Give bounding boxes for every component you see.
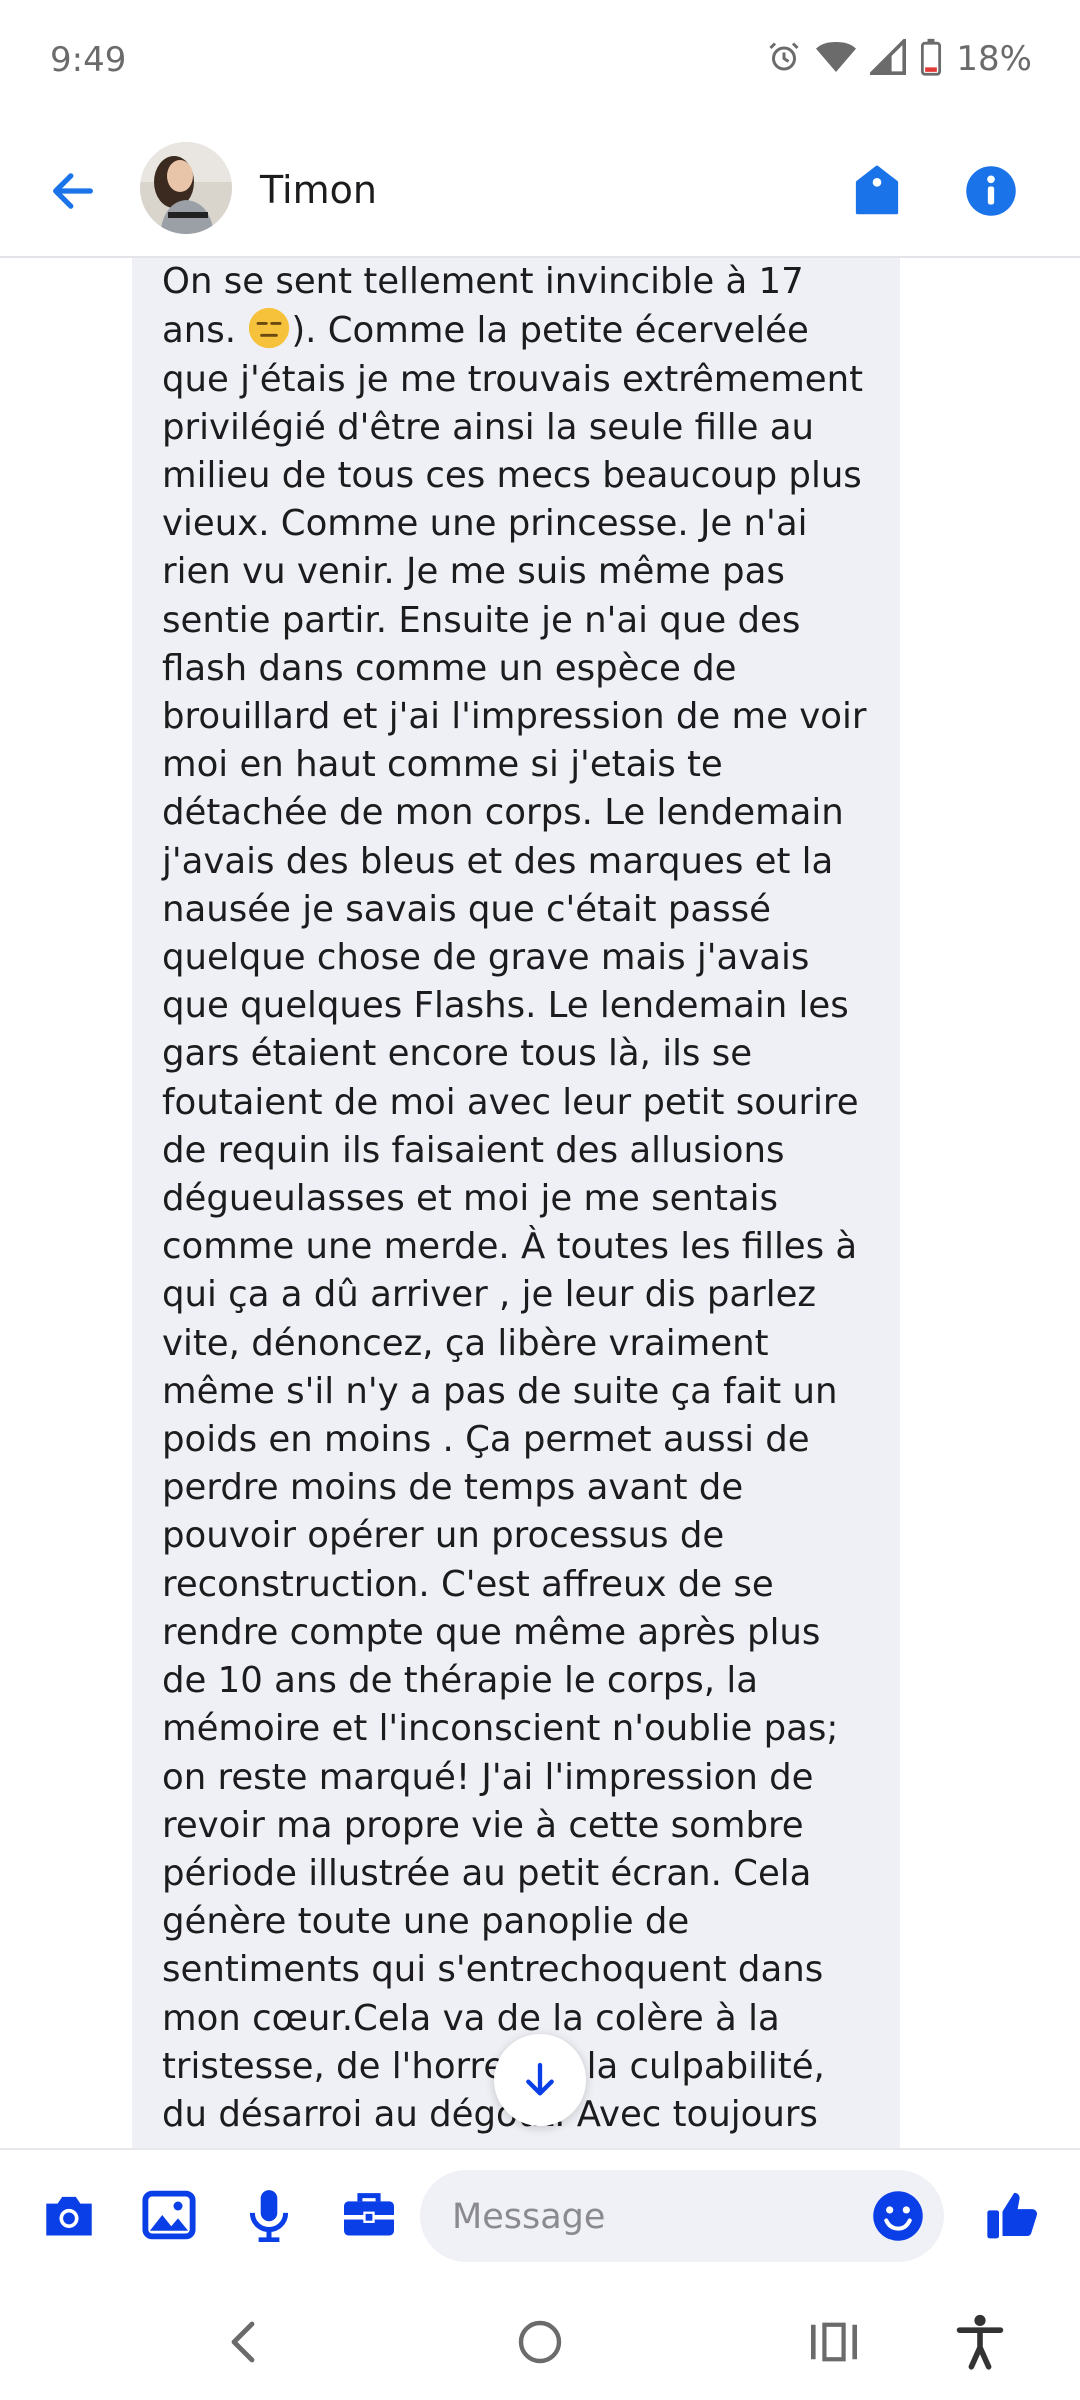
info-icon [966,166,1016,216]
recents-nav-icon [811,2322,857,2362]
scroll-down-button[interactable] [494,2034,586,2126]
microphone-icon [249,2190,289,2242]
accessibility-icon [956,2314,1004,2370]
back-nav-icon [231,2321,255,2363]
nav-home-button[interactable] [504,2306,576,2378]
smiley-icon [873,2191,923,2241]
like-button[interactable] [980,2182,1046,2248]
status-bar: 9:49 18% [0,0,1080,128]
tag-button[interactable] [844,158,910,224]
image-icon [142,2190,196,2240]
briefcase-icon [344,2193,394,2236]
arrow-down-icon [526,2062,554,2096]
message-input[interactable] [450,2170,854,2264]
camera-icon [46,2196,92,2236]
avatar[interactable] [140,142,232,234]
message-bubble[interactable]: cannabis (fumer un joint? youpi génial !… [132,258,900,2148]
back-button[interactable] [40,158,106,224]
chat-header: Timon [0,128,1080,258]
message-composer [0,2148,1080,2284]
message-text: cannabis (fumer un joint? youpi génial !… [162,258,878,2139]
battery-percentage: 18% [956,39,1032,79]
voice-button[interactable] [236,2182,302,2248]
expressionless-face-emoji [249,308,290,349]
home-nav-icon [518,2320,562,2364]
camera-button[interactable] [36,2182,102,2248]
nav-back-button[interactable] [208,2306,280,2378]
alarm-icon [766,39,802,79]
tag-icon [855,165,899,215]
accessibility-button[interactable] [944,2306,1016,2378]
thumbs-up-icon [987,2192,1038,2239]
battery-icon [920,38,942,80]
nav-recents-button[interactable] [798,2306,870,2378]
wifi-icon [816,39,857,79]
status-icons: 18% [766,36,1032,80]
contact-name[interactable]: Timon [260,168,377,212]
status-time: 9:49 [50,40,127,80]
message-field[interactable] [420,2170,944,2264]
gallery-button[interactable] [136,2182,202,2248]
briefcase-button[interactable] [336,2182,402,2248]
back-arrow-icon [53,173,93,209]
signal-icon [867,36,907,79]
emoji-button[interactable] [866,2184,930,2248]
conversation-area[interactable]: cannabis (fumer un joint? youpi génial !… [0,258,1080,2148]
message-text-part-2: ). Comme la petite écervelée que j'étais… [162,310,867,2135]
system-nav-bar [0,2282,1080,2400]
info-button[interactable] [958,158,1024,224]
